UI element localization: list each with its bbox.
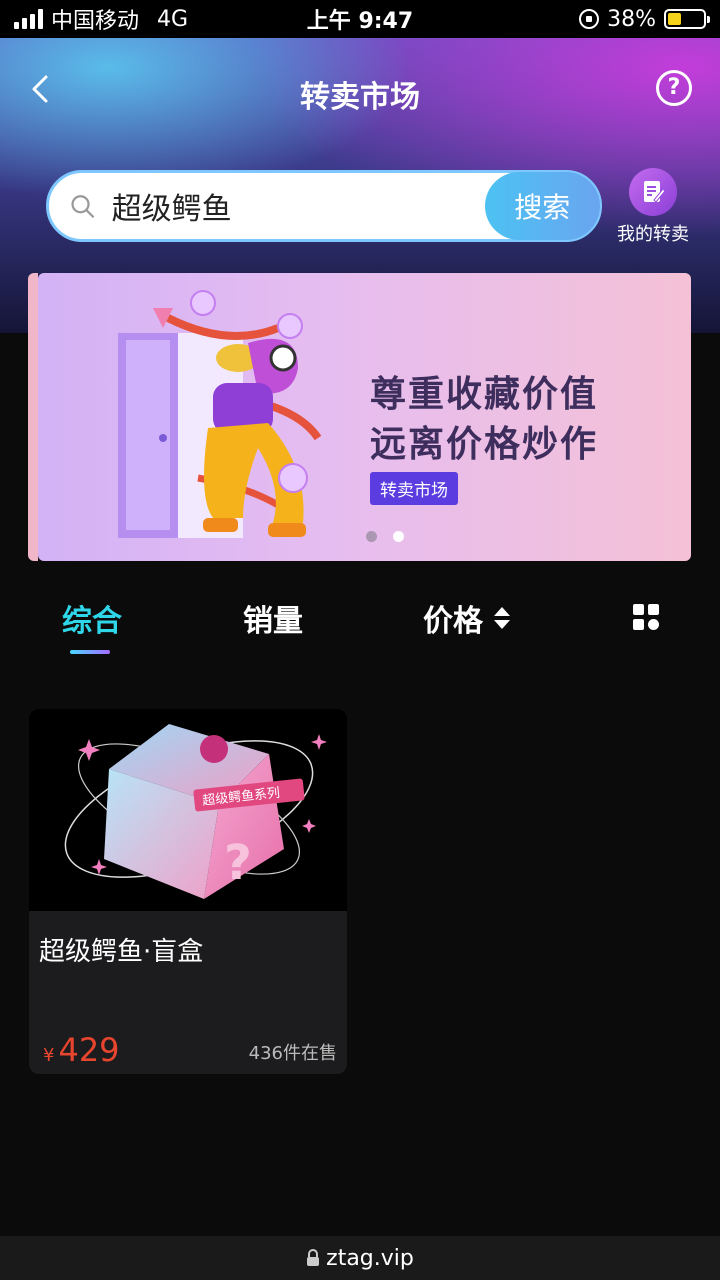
currency-symbol: ¥ — [43, 1045, 55, 1066]
banner-prev-peek[interactable] — [28, 273, 38, 561]
tab-active-indicator — [70, 650, 110, 654]
promo-banner[interactable]: 尊重收藏价值 远离价格炒作 转卖市场 — [38, 273, 691, 561]
sort-updown-icon — [494, 607, 510, 629]
banner-headline-2: 远离价格炒作 — [370, 424, 599, 465]
url-text: ztag.vip — [326, 1245, 414, 1271]
url-bar[interactable]: ztag.vip — [0, 1236, 720, 1280]
grid-view-icon[interactable] — [633, 604, 659, 630]
product-card[interactable]: 超级鳄鱼系列 ? 超级鳄鱼·盲盒 ¥429 436件在售 — [29, 709, 347, 1074]
signal-icon — [14, 9, 43, 29]
lock-icon — [307, 1249, 320, 1266]
carrier-label: 中国移动 — [51, 9, 140, 34]
filter-tabs: 综合 销量 价格 — [0, 596, 720, 656]
banner-illustration — [118, 290, 322, 538]
rotation-lock-icon — [579, 9, 600, 29]
battery-icon — [664, 9, 710, 29]
network-label: 4G — [157, 6, 189, 32]
search-box[interactable]: 搜索 — [46, 170, 602, 242]
page-title: 转卖市场 — [300, 80, 420, 115]
carousel-dots — [38, 531, 691, 542]
product-image: 超级鳄鱼系列 ? — [29, 709, 347, 911]
help-icon[interactable]: ? — [656, 70, 692, 106]
price-value: 429 — [58, 1031, 120, 1069]
carousel-dot-active[interactable] — [392, 531, 404, 542]
battery-percent: 38% — [607, 6, 656, 32]
tab-sales[interactable]: 销量 — [243, 596, 303, 640]
search-input[interactable] — [111, 188, 485, 224]
battery-level — [668, 13, 681, 25]
search-button[interactable]: 搜索 — [484, 172, 600, 240]
banner-headline-1: 尊重收藏价值 — [370, 374, 599, 415]
svg-text:?: ? — [224, 835, 252, 891]
product-title: 超级鳄鱼·盲盒 — [39, 937, 204, 967]
product-stock: 436件在售 — [248, 1043, 337, 1064]
tab-price-label: 价格 — [423, 604, 483, 639]
edit-document-icon — [629, 168, 677, 216]
my-resale-label: 我的转卖 — [617, 224, 689, 245]
product-price: ¥429 — [43, 1031, 120, 1069]
tab-price[interactable]: 价格 — [423, 596, 511, 640]
search-icon — [71, 195, 95, 218]
my-resale-button[interactable]: 我的转卖 — [612, 168, 694, 246]
carousel-dot[interactable] — [365, 531, 377, 542]
tab-comprehensive[interactable]: 综合 — [62, 596, 122, 640]
banner-tag: 转卖市场 — [370, 472, 458, 505]
status-bar: 中国移动 4G 上午 9:47 38% — [0, 0, 720, 38]
